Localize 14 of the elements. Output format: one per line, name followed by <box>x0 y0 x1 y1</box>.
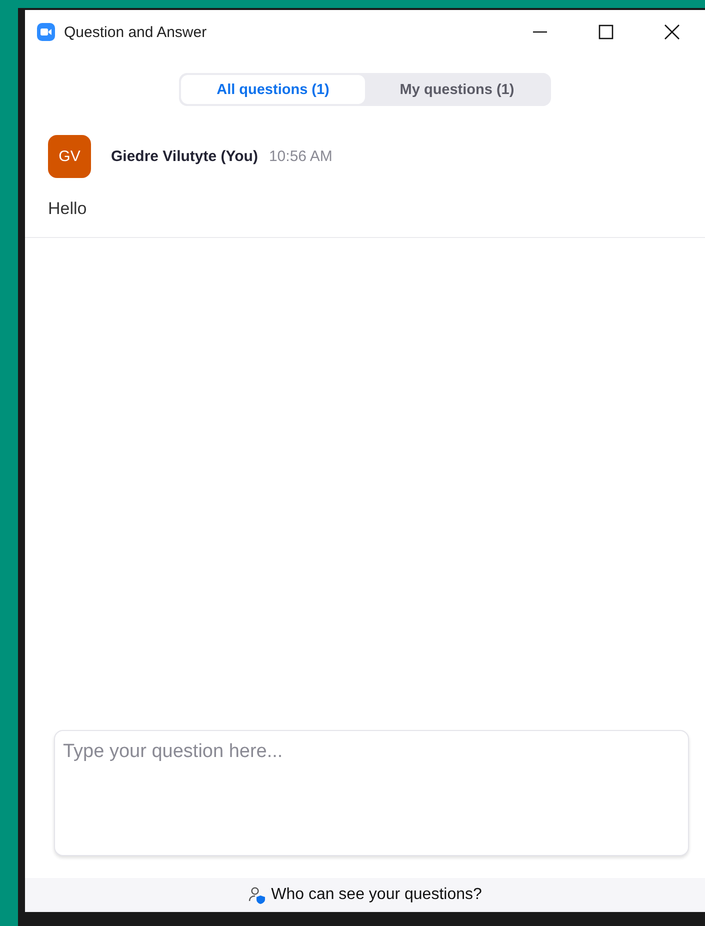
question-text: Hello <box>48 199 88 219</box>
tab[interactable]: All questions (1) <box>181 75 365 104</box>
video-camera-icon <box>37 23 55 41</box>
question-input[interactable]: Type your question here... <box>54 730 689 856</box>
window-title: Question and Answer <box>64 24 208 40</box>
visibility-info-link[interactable]: Who can see your questions? <box>271 886 482 904</box>
question-time: 10:56 AM <box>268 148 332 165</box>
minimize-icon <box>532 31 548 33</box>
maximize-icon <box>598 24 614 40</box>
close-icon <box>664 24 680 40</box>
tab[interactable]: My questions (1) <box>365 75 549 104</box>
avatar: GV <box>48 135 91 178</box>
author-name: Giedre Vilutyte (You) <box>111 148 258 165</box>
user-shield-icon <box>248 886 266 904</box>
